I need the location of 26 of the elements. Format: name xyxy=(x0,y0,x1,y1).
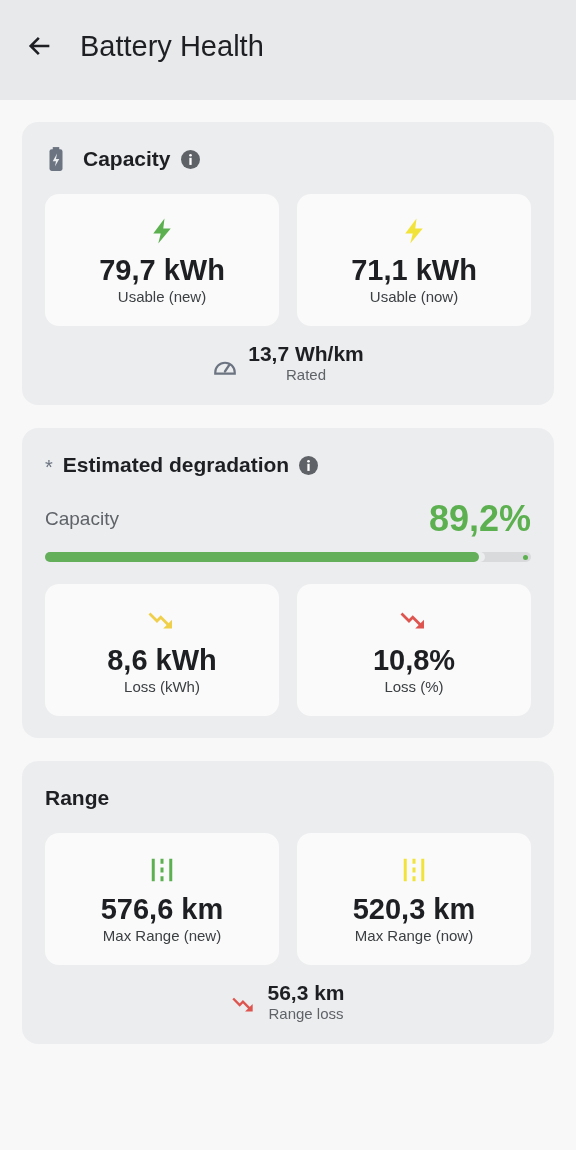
section-title: Estimated degradation xyxy=(62,453,290,477)
footer-label: Range loss xyxy=(268,1005,344,1022)
footer-label: Rated xyxy=(285,366,326,383)
asterisk-mark: * xyxy=(45,455,53,479)
stat-value: 8,6 kWh xyxy=(107,643,217,676)
stat-label: Max Range (new) xyxy=(102,926,222,944)
stat-label: Usable (new) xyxy=(117,287,207,305)
stat-value: 520,3 km xyxy=(352,892,476,925)
stat-label: Usable (now) xyxy=(369,287,459,305)
stat-label: Loss (kWh) xyxy=(124,677,200,695)
section-title: Capacity xyxy=(83,147,171,171)
footer-value: 56,3 km xyxy=(267,981,345,1005)
stat-value: 10,8% xyxy=(372,643,456,676)
footer-value: 13,7 Wh/km xyxy=(248,342,364,366)
stat-value: 79,7 kWh xyxy=(99,253,225,286)
capacity-percentage: 89,2% xyxy=(428,498,531,540)
stat-value: 576,6 km xyxy=(100,892,224,925)
info-icon[interactable] xyxy=(299,455,319,475)
screen-title: Battery Health xyxy=(80,29,264,63)
info-icon[interactable] xyxy=(180,149,200,169)
stat-value: 71,1 kWh xyxy=(351,253,477,286)
stat-label: Loss (%) xyxy=(384,677,444,695)
section-title: Range xyxy=(45,786,110,810)
end-dot xyxy=(523,554,528,560)
meter-label: Capacity xyxy=(45,508,119,530)
stat-label: Max Range (now) xyxy=(354,926,474,944)
